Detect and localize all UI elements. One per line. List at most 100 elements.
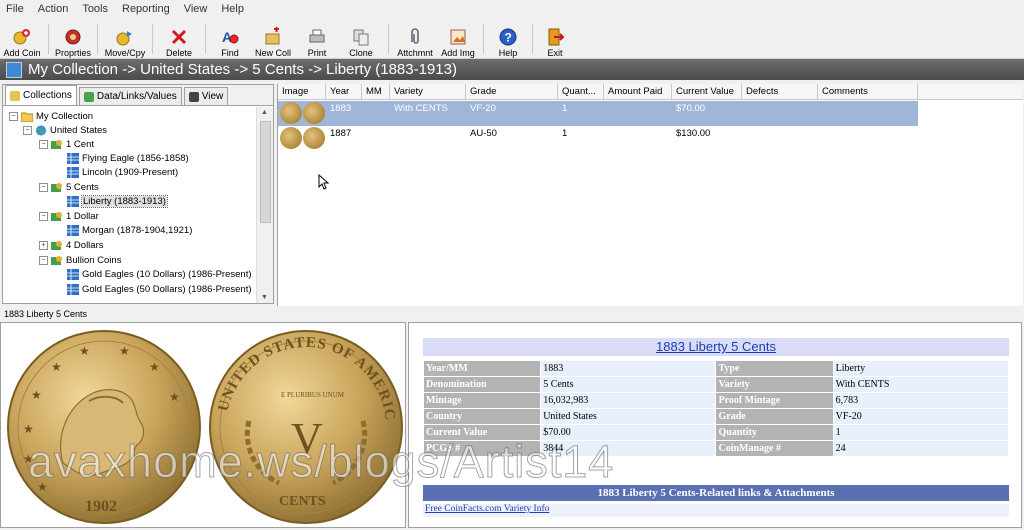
tree-node-4-dollars[interactable]: +4 Dollars <box>39 238 104 252</box>
coin-thumbnail <box>280 102 302 124</box>
column-header-quantity[interactable]: Quant... <box>558 84 604 99</box>
column-header-current-value[interactable]: Current Value <box>672 84 742 99</box>
cell-variety <box>390 126 394 151</box>
column-header-image[interactable]: Image <box>278 84 326 99</box>
coin-images: 1902 ★ ★ ★ ★ ★ ★ ★ ★ ★ UNITED STATES OF … <box>0 311 403 524</box>
globe-icon <box>35 124 47 136</box>
cell-variety: With CENTS <box>394 103 448 114</box>
tab-view[interactable]: View <box>183 87 229 105</box>
menu-reporting[interactable]: Reporting <box>116 3 178 15</box>
cell-grade: VF-20 <box>470 103 496 114</box>
expand-icon[interactable]: + <box>39 240 48 250</box>
attachment-button[interactable]: Attchmnt <box>393 20 437 58</box>
detail-row: Country United States Grade VF-20 <box>424 409 1008 424</box>
column-header-comments[interactable]: Comments <box>818 84 918 99</box>
menu-help[interactable]: Help <box>215 3 252 15</box>
collections-pane: Collections Data/Links/Values View − My C… <box>2 84 274 304</box>
exit-door-icon <box>548 28 565 46</box>
coin-thumbnail <box>303 102 325 124</box>
star-icon: ★ <box>31 388 42 402</box>
column-header-grade[interactable]: Grade <box>466 84 558 99</box>
column-header-mm[interactable]: MM <box>362 84 390 99</box>
collapse-icon[interactable]: − <box>23 125 32 135</box>
star-icon: ★ <box>169 390 180 404</box>
star-icon: ★ <box>23 422 34 436</box>
column-header-amount-paid[interactable]: Amount Paid <box>604 84 672 99</box>
find-button[interactable]: A Find <box>210 20 250 58</box>
toolbar: Add Coin Proprties Move/Cpy Delete A Fin… <box>0 18 1024 59</box>
detail-value: 1 <box>833 425 1008 440</box>
add-coin-button[interactable]: Add Coin <box>0 20 44 58</box>
detail-label: Variety <box>716 377 833 392</box>
collapse-icon[interactable]: − <box>39 182 48 192</box>
detail-title-link[interactable]: 1883 Liberty 5 Cents <box>423 338 1009 356</box>
delete-button[interactable]: Delete <box>157 20 201 58</box>
tree-node-my-collection[interactable]: − My Collection <box>9 109 93 123</box>
tab-data-links-values[interactable]: Data/Links/Values <box>78 87 182 105</box>
tree-node-united-states[interactable]: − United States <box>23 123 107 137</box>
status-bar: 1883 Liberty 5 Cents <box>0 308 1024 321</box>
tree-node-5-cents[interactable]: −5 Cents <box>39 180 99 194</box>
coinfacts-link[interactable]: Free CoinFacts.com Variety Info <box>423 504 1009 517</box>
menu-view[interactable]: View <box>178 3 216 15</box>
menu-file[interactable]: File <box>0 3 32 15</box>
scroll-down-arrow-icon[interactable]: ▼ <box>261 294 268 301</box>
toolbar-separator <box>483 24 484 54</box>
scroll-thumb[interactable] <box>260 121 271 223</box>
cell-quantity: 1 <box>562 128 568 139</box>
tree-node-1-cent[interactable]: −1 Cent <box>39 137 94 151</box>
tree-node-flying-eagle[interactable]: Flying Eagle (1856-1858) <box>67 151 189 165</box>
column-header-defects[interactable]: Defects <box>742 84 818 99</box>
add-image-button[interactable]: Add Img <box>437 20 479 58</box>
cell-defects <box>742 126 746 151</box>
detail-value: 6,783 <box>833 393 1008 408</box>
grid-list-icon <box>67 152 79 164</box>
tree-node-1-dollar[interactable]: −1 Dollar <box>39 209 99 223</box>
star-icon: ★ <box>37 480 48 494</box>
grid-list-icon <box>67 166 79 178</box>
detail-value: 3844 <box>541 441 716 456</box>
table-row[interactable]: 1883 With CENTS VF-20 1 $70.00 <box>278 101 918 126</box>
clone-button[interactable]: Clone <box>338 20 384 58</box>
detail-value: 24 <box>833 441 1008 456</box>
table-row[interactable]: 1887 AU-50 1 $130.00 <box>278 126 918 151</box>
collapse-icon[interactable]: − <box>39 211 48 221</box>
detail-value: United States <box>541 409 716 424</box>
detail-value: VF-20 <box>833 409 1008 424</box>
tree-node-bullion-coins[interactable]: − Bullion Coins <box>39 253 121 267</box>
tree-node-liberty[interactable]: Liberty (1883-1913) <box>67 194 168 208</box>
tree-node-gold-eagles-50[interactable]: Gold Eagles (50 Dollars) (1986-Present) <box>67 282 252 296</box>
tree-node-lincoln[interactable]: Lincoln (1909-Present) <box>67 165 178 179</box>
print-button[interactable]: Print <box>296 20 338 58</box>
help-button[interactable]: ? Help <box>488 20 528 58</box>
scroll-up-arrow-icon[interactable]: ▲ <box>261 109 268 116</box>
paperclip-icon <box>411 28 419 44</box>
detail-label: CoinManage # <box>716 441 833 456</box>
exit-button[interactable]: Exit <box>537 20 573 58</box>
cell-current-value: $130.00 <box>676 128 711 139</box>
menu-tools[interactable]: Tools <box>76 3 116 15</box>
collapse-icon[interactable]: − <box>39 139 48 149</box>
tree-node-morgan[interactable]: Morgan (1878-1904,1921) <box>67 223 192 237</box>
coin-detail-pane: 1883 Liberty 5 Cents Year/MM 1883 Type L… <box>408 322 1022 528</box>
help-icon: ? <box>499 28 517 46</box>
collapse-icon[interactable]: − <box>9 111 18 121</box>
tree-node-gold-eagles-10[interactable]: Gold Eagles (10 Dollars) (1986-Present) <box>67 267 252 281</box>
cell-defects <box>742 101 746 126</box>
detail-label: Proof Mintage <box>716 393 833 408</box>
detail-row: Denomination 5 Cents Variety With CENTS <box>424 377 1008 392</box>
column-header-year[interactable]: Year <box>326 84 362 99</box>
menu-bar: File Action Tools Reporting View Help <box>0 0 1024 18</box>
move-copy-button[interactable]: Move/Cpy <box>102 20 148 58</box>
column-header-variety[interactable]: Variety <box>390 84 466 99</box>
new-collection-button[interactable]: New Coll <box>250 20 296 58</box>
detail-label: Grade <box>716 409 833 424</box>
properties-button[interactable]: Proprties <box>53 20 93 58</box>
detail-label: Denomination <box>424 377 541 392</box>
tab-collections[interactable]: Collections <box>5 85 77 105</box>
collapse-icon[interactable]: − <box>39 255 48 265</box>
toolbar-separator <box>532 24 533 54</box>
menu-action[interactable]: Action <box>32 3 77 15</box>
cell-comments <box>818 126 822 151</box>
tree-scrollbar[interactable]: ▲ ▼ <box>256 107 273 303</box>
